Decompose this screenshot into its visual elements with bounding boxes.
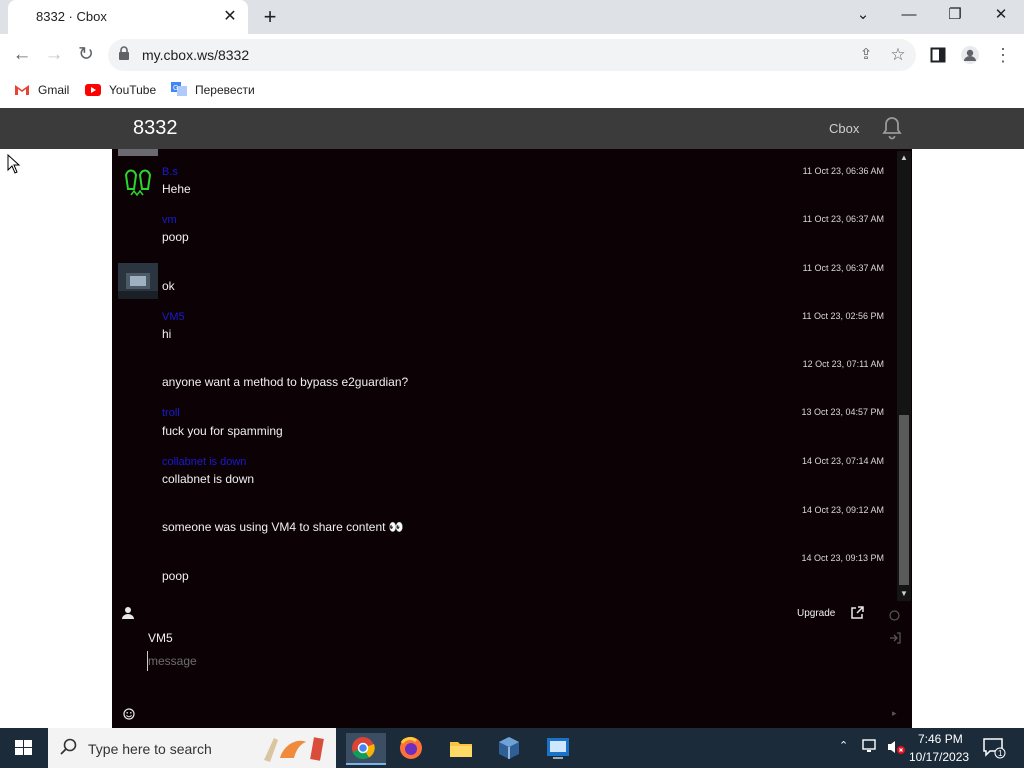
send-icon[interactable]: ▸ — [892, 708, 897, 719]
bookmark-gmail[interactable]: Gmail — [38, 83, 69, 97]
side-panel-icon[interactable] — [925, 42, 951, 68]
virtualbox-taskbar-icon[interactable] — [494, 733, 524, 763]
message-text: poop — [162, 569, 189, 583]
svg-text:G: G — [173, 85, 178, 92]
scroll-up-icon[interactable]: ▲ — [897, 151, 911, 165]
tab-title: 8332 · Cbox — [36, 9, 107, 24]
message-username[interactable]: collabnet is down — [162, 456, 246, 468]
external-link-icon[interactable] — [851, 606, 864, 624]
firefox-taskbar-icon[interactable] — [396, 733, 426, 763]
message-username[interactable]: vm — [162, 214, 177, 226]
message-text: Hehe — [162, 182, 191, 196]
taskbar-clock-date[interactable]: 10/17/2023 — [909, 750, 969, 764]
message-text: hi — [162, 327, 172, 341]
translate-icon: G — [171, 82, 187, 101]
volume-muted-icon[interactable] — [886, 739, 906, 760]
mouse-cursor-icon — [7, 153, 21, 179]
message-timestamp: 11 Oct 23, 06:37 AM — [802, 214, 884, 224]
taskbar-clock-time[interactable]: 7:46 PM — [918, 732, 963, 746]
avatar — [118, 263, 158, 299]
close-tab-icon[interactable]: ✕ — [219, 6, 241, 28]
bookmark-translate[interactable]: Перевести — [195, 83, 255, 97]
url-text[interactable]: my.cbox.ws/8332 — [142, 47, 249, 63]
message-text: fuck you for spamming — [162, 424, 283, 438]
cbox-brand-link[interactable]: Cbox — [829, 121, 859, 136]
restore-icon[interactable]: ❐ — [932, 0, 978, 30]
message-timestamp: 14 Oct 23, 07:14 AM — [801, 456, 884, 466]
message-username[interactable]: VM5 — [162, 311, 185, 323]
message-input[interactable] — [147, 651, 848, 671]
page-title: 8332 — [133, 117, 178, 139]
bell-icon[interactable] — [880, 115, 904, 141]
vm-app-taskbar-icon[interactable] — [543, 733, 573, 763]
message-timestamp: 11 Oct 23, 02:56 PM — [802, 311, 884, 321]
message-text: someone was using VM4 to share content 👀 — [162, 520, 404, 534]
message-text: collabnet is down — [162, 472, 255, 486]
message-text: poop — [162, 230, 189, 244]
message-timestamp: 14 Oct 23, 09:12 AM — [801, 505, 884, 515]
menu-kebab-icon[interactable]: ⋮ — [990, 42, 1016, 68]
reload-icon[interactable]: ↻ — [73, 42, 99, 68]
bookmark-star-icon[interactable]: ☆ — [885, 42, 911, 68]
close-window-icon[interactable]: ✕ — [978, 0, 1024, 30]
notifications-icon[interactable]: 1 — [982, 737, 1006, 764]
file-explorer-taskbar-icon[interactable] — [446, 733, 476, 763]
profile-avatar-icon[interactable] — [957, 42, 983, 68]
new-tab-icon[interactable]: + — [257, 4, 283, 30]
message-text: anyone want a method to bypass e2guardia… — [162, 375, 409, 389]
message-timestamp: 14 Oct 23, 09:13 PM — [801, 553, 884, 563]
taskbar-search-placeholder[interactable]: Type here to search — [88, 741, 212, 757]
message-timestamp: 13 Oct 23, 04:57 PM — [801, 407, 884, 417]
lock-icon[interactable] — [118, 46, 130, 63]
status-circle-icon[interactable] — [889, 608, 900, 626]
chat-panel: B.s 11 Oct 23, 06:36 AM Hehe vm 11 Oct 2… — [112, 149, 912, 728]
gmail-icon — [14, 83, 30, 101]
login-icon[interactable] — [889, 631, 901, 649]
upgrade-link[interactable]: Upgrade — [797, 608, 835, 619]
svg-text:1: 1 — [998, 749, 1003, 758]
composer-username[interactable]: VM5 — [148, 631, 173, 645]
search-highlight-icon — [258, 732, 332, 769]
scrollbar-thumb[interactable] — [899, 415, 909, 585]
minimize-icon[interactable]: — — [886, 0, 932, 30]
message-username[interactable]: B.s — [162, 166, 178, 178]
message-timestamp: 12 Oct 23, 07:11 AM — [802, 359, 884, 369]
youtube-icon — [85, 83, 101, 101]
chrome-taskbar-icon[interactable] — [346, 733, 386, 765]
message-username[interactable]: troll — [162, 407, 180, 419]
search-icon — [60, 738, 78, 761]
avatar — [118, 149, 158, 156]
bookmark-youtube[interactable]: YouTube — [109, 83, 156, 97]
back-icon[interactable]: ← — [9, 42, 35, 68]
user-icon[interactable] — [122, 606, 134, 624]
avatar — [118, 165, 158, 201]
share-icon[interactable]: ⇪ — [853, 42, 879, 68]
message-timestamp: 11 Oct 23, 06:37 AM — [802, 263, 884, 273]
message-timestamp: 11 Oct 23, 06:36 AM — [802, 166, 884, 176]
emoji-icon[interactable] — [123, 707, 135, 725]
network-icon[interactable] — [862, 739, 880, 758]
windows-start-icon[interactable] — [0, 728, 48, 768]
forward-icon[interactable]: → — [41, 42, 67, 68]
show-hidden-icons-icon[interactable]: ⌃ — [839, 739, 848, 752]
scroll-down-icon[interactable]: ▼ — [897, 587, 911, 601]
tab-search-icon[interactable]: ⌄ — [840, 0, 886, 30]
message-text: ok — [162, 279, 175, 293]
